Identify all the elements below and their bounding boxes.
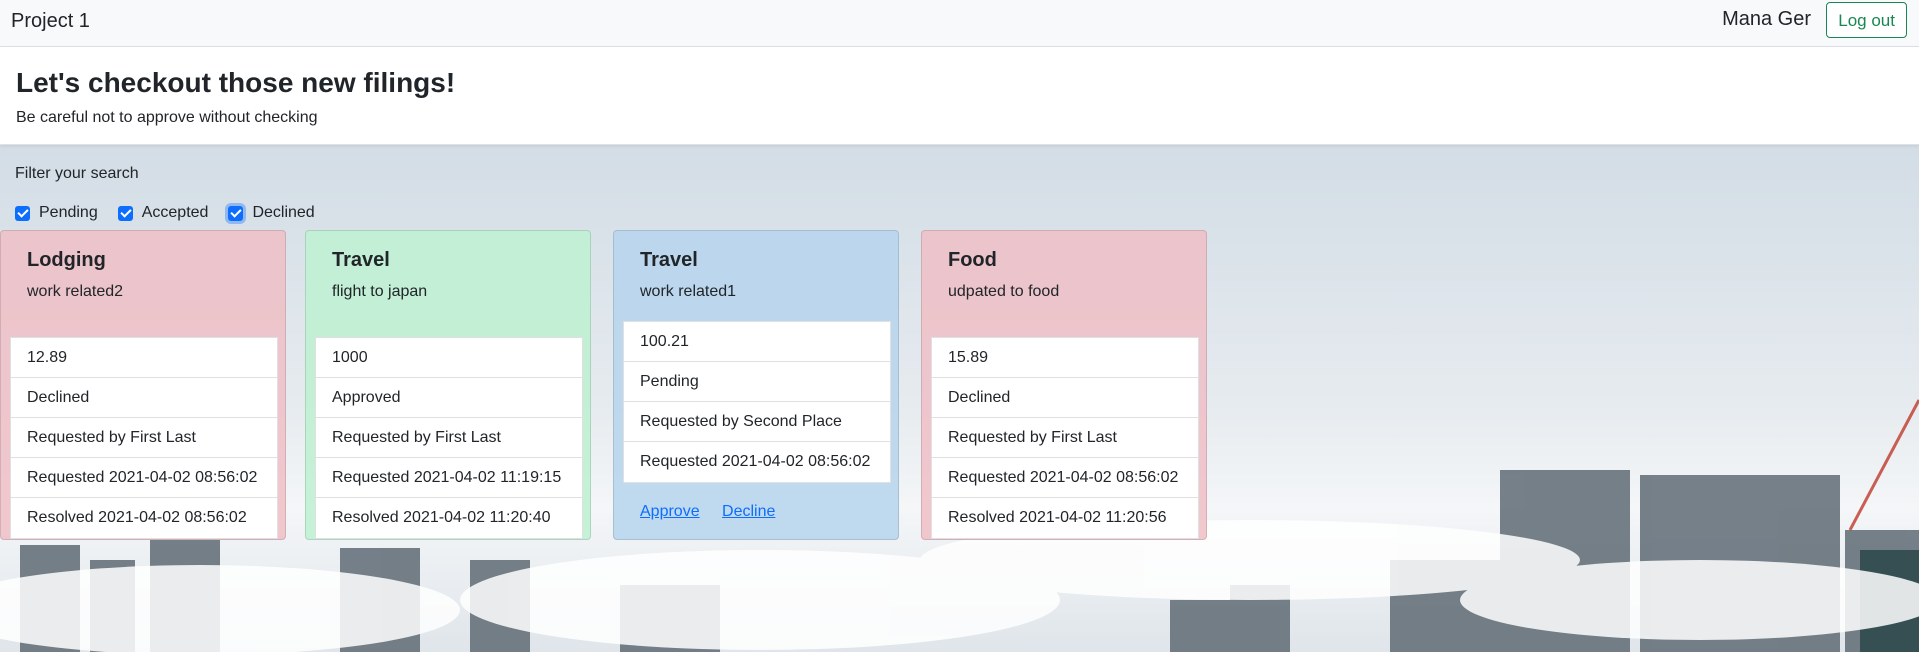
card-requester: Requested by First Last [11,418,277,458]
pending-label: Pending [39,204,98,221]
declined-label: Declined [252,204,315,221]
filter-checkbox-group: Pending Accepted Declined [15,204,335,222]
approve-link[interactable]: Approve [640,503,700,520]
card-details-list: 15.89 Declined Requested by First Last R… [931,337,1199,539]
reimbursement-card: Food udpated to food 15.89 Declined Requ… [921,230,1207,540]
card-resolved-date: Resolved 2021-04-02 11:20:56 [948,509,1167,526]
card-details-list: 1000 Approved Requested by First Last Re… [315,337,583,539]
card-amount: 12.89 [11,338,277,378]
card-amount: 100.21 [624,322,890,362]
card-status: Declined [11,378,277,418]
brand-title[interactable]: Project 1 [11,10,90,33]
top-navbar: Project 1 Mana Ger Log out [0,0,1919,47]
card-description: udpated to food [948,283,1060,300]
card-requested-date: Requested 2021-04-02 08:56:02 [11,458,277,498]
card-details-list: 12.89 Declined Requested by First Last R… [10,337,278,539]
logout-button[interactable]: Log out [1826,2,1907,38]
card-requester: Requested by Second Place [624,402,890,442]
card-requested-date: Requested 2021-04-02 11:19:15 [316,458,582,498]
reimbursement-card: Lodging work related2 12.89 Declined Req… [0,230,286,540]
card-description: flight to japan [332,283,428,300]
pending-checkbox[interactable] [15,205,30,221]
card-category: Travel [332,249,390,271]
accepted-checkbox[interactable] [117,205,133,221]
card-description: work related2 [27,283,124,300]
card-category: Food [948,249,997,271]
filter-label: Filter your search [15,165,139,182]
reimbursement-card: Travel flight to japan 1000 Approved Req… [305,230,591,540]
filter-declined[interactable]: Declined [228,204,315,222]
accepted-label: Accepted [141,204,209,221]
card-category: Lodging [27,249,106,271]
current-username: Mana Ger [1722,8,1811,30]
decline-link[interactable]: Decline [722,503,775,520]
card-description: work related1 [640,283,737,300]
card-amount: 1000 [316,338,582,378]
filter-accepted[interactable]: Accepted [117,204,209,222]
card-requester: Requested by First Last [316,418,582,458]
card-requester: Requested by First Last [932,418,1198,458]
card-category: Travel [640,249,698,271]
declined-checkbox[interactable] [228,205,244,221]
card-requested-date: Requested 2021-04-02 08:56:02 [640,453,871,470]
card-resolved-date: Resolved 2021-04-02 08:56:02 [27,509,247,526]
card-requested-date: Requested 2021-04-02 08:56:02 [932,458,1198,498]
card-status: Pending [624,362,890,402]
card-status: Approved [316,378,582,418]
card-actions: Approve Decline [640,503,793,521]
filter-pending[interactable]: Pending [15,204,98,222]
page-subtitle: Be careful not to approve without checki… [16,109,318,126]
card-status: Declined [932,378,1198,418]
card-amount: 15.89 [932,338,1198,378]
reimbursement-card: Travel work related1 100.21 Pending Requ… [613,230,899,540]
card-details-list: 100.21 Pending Requested by Second Place… [623,321,891,483]
page-title: Let's checkout those new filings! [16,67,456,98]
card-resolved-date: Resolved 2021-04-02 11:20:40 [332,509,551,526]
page-header: Let's checkout those new filings! Be car… [0,47,1919,145]
